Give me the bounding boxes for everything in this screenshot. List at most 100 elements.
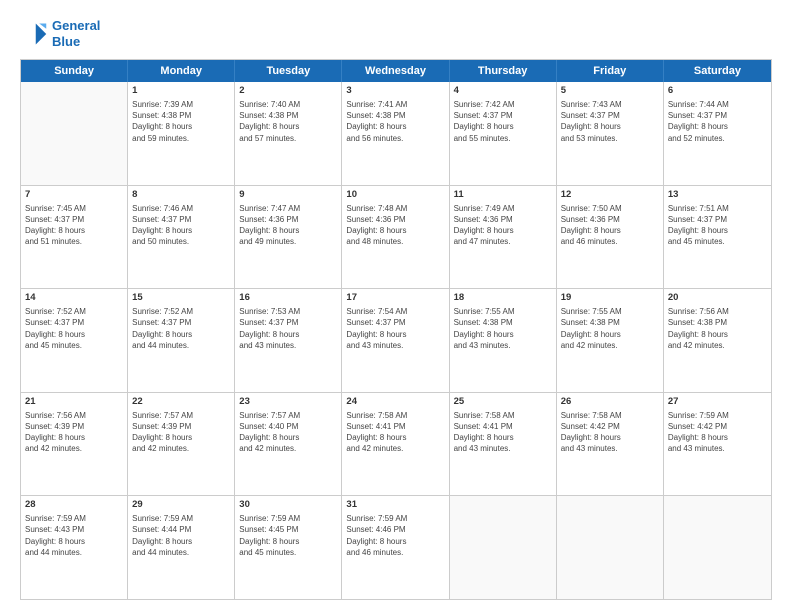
day-number: 10 xyxy=(346,189,444,202)
calendar-cell: 4Sunrise: 7:42 AMSunset: 4:37 PMDaylight… xyxy=(450,82,557,185)
logo: General Blue xyxy=(20,18,100,49)
cell-info: Sunrise: 7:59 AMSunset: 4:44 PMDaylight:… xyxy=(132,513,230,558)
calendar-cell: 17Sunrise: 7:54 AMSunset: 4:37 PMDayligh… xyxy=(342,289,449,392)
day-number: 9 xyxy=(239,189,337,202)
day-number: 1 xyxy=(132,85,230,98)
logo-blue: Blue xyxy=(52,34,80,49)
day-number: 30 xyxy=(239,499,337,512)
day-number: 21 xyxy=(25,396,123,409)
calendar-cell: 14Sunrise: 7:52 AMSunset: 4:37 PMDayligh… xyxy=(21,289,128,392)
calendar-header-cell: Wednesday xyxy=(342,60,449,82)
calendar-cell: 12Sunrise: 7:50 AMSunset: 4:36 PMDayligh… xyxy=(557,186,664,289)
calendar-cell: 23Sunrise: 7:57 AMSunset: 4:40 PMDayligh… xyxy=(235,393,342,496)
day-number: 13 xyxy=(668,189,767,202)
calendar-cell: 11Sunrise: 7:49 AMSunset: 4:36 PMDayligh… xyxy=(450,186,557,289)
calendar-cell: 1Sunrise: 7:39 AMSunset: 4:38 PMDaylight… xyxy=(128,82,235,185)
calendar-week: 7Sunrise: 7:45 AMSunset: 4:37 PMDaylight… xyxy=(21,186,771,290)
cell-info: Sunrise: 7:58 AMSunset: 4:41 PMDaylight:… xyxy=(346,410,444,455)
cell-info: Sunrise: 7:45 AMSunset: 4:37 PMDaylight:… xyxy=(25,203,123,248)
calendar-header-cell: Tuesday xyxy=(235,60,342,82)
calendar-body: 1Sunrise: 7:39 AMSunset: 4:38 PMDaylight… xyxy=(21,82,771,599)
calendar-cell: 18Sunrise: 7:55 AMSunset: 4:38 PMDayligh… xyxy=(450,289,557,392)
day-number: 26 xyxy=(561,396,659,409)
cell-info: Sunrise: 7:55 AMSunset: 4:38 PMDaylight:… xyxy=(454,306,552,351)
day-number: 19 xyxy=(561,292,659,305)
cell-info: Sunrise: 7:58 AMSunset: 4:42 PMDaylight:… xyxy=(561,410,659,455)
day-number: 22 xyxy=(132,396,230,409)
calendar-cell xyxy=(664,496,771,599)
day-number: 29 xyxy=(132,499,230,512)
calendar-week: 28Sunrise: 7:59 AMSunset: 4:43 PMDayligh… xyxy=(21,496,771,599)
cell-info: Sunrise: 7:57 AMSunset: 4:40 PMDaylight:… xyxy=(239,410,337,455)
calendar-header-cell: Sunday xyxy=(21,60,128,82)
calendar-cell: 30Sunrise: 7:59 AMSunset: 4:45 PMDayligh… xyxy=(235,496,342,599)
day-number: 17 xyxy=(346,292,444,305)
calendar-cell: 13Sunrise: 7:51 AMSunset: 4:37 PMDayligh… xyxy=(664,186,771,289)
cell-info: Sunrise: 7:52 AMSunset: 4:37 PMDaylight:… xyxy=(25,306,123,351)
calendar-header-cell: Thursday xyxy=(450,60,557,82)
calendar-week: 14Sunrise: 7:52 AMSunset: 4:37 PMDayligh… xyxy=(21,289,771,393)
cell-info: Sunrise: 7:47 AMSunset: 4:36 PMDaylight:… xyxy=(239,203,337,248)
day-number: 14 xyxy=(25,292,123,305)
day-number: 20 xyxy=(668,292,767,305)
calendar-header: SundayMondayTuesdayWednesdayThursdayFrid… xyxy=(21,60,771,82)
day-number: 28 xyxy=(25,499,123,512)
day-number: 8 xyxy=(132,189,230,202)
cell-info: Sunrise: 7:50 AMSunset: 4:36 PMDaylight:… xyxy=(561,203,659,248)
cell-info: Sunrise: 7:54 AMSunset: 4:37 PMDaylight:… xyxy=(346,306,444,351)
day-number: 27 xyxy=(668,396,767,409)
calendar-cell: 16Sunrise: 7:53 AMSunset: 4:37 PMDayligh… xyxy=(235,289,342,392)
cell-info: Sunrise: 7:44 AMSunset: 4:37 PMDaylight:… xyxy=(668,99,767,144)
cell-info: Sunrise: 7:41 AMSunset: 4:38 PMDaylight:… xyxy=(346,99,444,144)
calendar-cell: 20Sunrise: 7:56 AMSunset: 4:38 PMDayligh… xyxy=(664,289,771,392)
calendar-cell: 24Sunrise: 7:58 AMSunset: 4:41 PMDayligh… xyxy=(342,393,449,496)
cell-info: Sunrise: 7:49 AMSunset: 4:36 PMDaylight:… xyxy=(454,203,552,248)
header: General Blue xyxy=(20,18,772,49)
day-number: 25 xyxy=(454,396,552,409)
cell-info: Sunrise: 7:56 AMSunset: 4:39 PMDaylight:… xyxy=(25,410,123,455)
calendar-cell: 7Sunrise: 7:45 AMSunset: 4:37 PMDaylight… xyxy=(21,186,128,289)
calendar-header-cell: Monday xyxy=(128,60,235,82)
cell-info: Sunrise: 7:56 AMSunset: 4:38 PMDaylight:… xyxy=(668,306,767,351)
cell-info: Sunrise: 7:57 AMSunset: 4:39 PMDaylight:… xyxy=(132,410,230,455)
cell-info: Sunrise: 7:39 AMSunset: 4:38 PMDaylight:… xyxy=(132,99,230,144)
calendar-header-cell: Saturday xyxy=(664,60,771,82)
cell-info: Sunrise: 7:59 AMSunset: 4:42 PMDaylight:… xyxy=(668,410,767,455)
calendar-cell: 3Sunrise: 7:41 AMSunset: 4:38 PMDaylight… xyxy=(342,82,449,185)
day-number: 6 xyxy=(668,85,767,98)
day-number: 23 xyxy=(239,396,337,409)
calendar-cell: 19Sunrise: 7:55 AMSunset: 4:38 PMDayligh… xyxy=(557,289,664,392)
calendar-cell: 31Sunrise: 7:59 AMSunset: 4:46 PMDayligh… xyxy=(342,496,449,599)
cell-info: Sunrise: 7:46 AMSunset: 4:37 PMDaylight:… xyxy=(132,203,230,248)
calendar-cell: 26Sunrise: 7:58 AMSunset: 4:42 PMDayligh… xyxy=(557,393,664,496)
day-number: 18 xyxy=(454,292,552,305)
calendar-cell xyxy=(557,496,664,599)
calendar-cell: 15Sunrise: 7:52 AMSunset: 4:37 PMDayligh… xyxy=(128,289,235,392)
day-number: 24 xyxy=(346,396,444,409)
cell-info: Sunrise: 7:59 AMSunset: 4:43 PMDaylight:… xyxy=(25,513,123,558)
calendar-cell: 9Sunrise: 7:47 AMSunset: 4:36 PMDaylight… xyxy=(235,186,342,289)
calendar: SundayMondayTuesdayWednesdayThursdayFrid… xyxy=(20,59,772,600)
calendar-week: 21Sunrise: 7:56 AMSunset: 4:39 PMDayligh… xyxy=(21,393,771,497)
day-number: 11 xyxy=(454,189,552,202)
calendar-cell: 5Sunrise: 7:43 AMSunset: 4:37 PMDaylight… xyxy=(557,82,664,185)
calendar-cell: 27Sunrise: 7:59 AMSunset: 4:42 PMDayligh… xyxy=(664,393,771,496)
logo-general: General xyxy=(52,18,100,33)
logo-icon xyxy=(20,20,48,48)
day-number: 15 xyxy=(132,292,230,305)
cell-info: Sunrise: 7:58 AMSunset: 4:41 PMDaylight:… xyxy=(454,410,552,455)
cell-info: Sunrise: 7:51 AMSunset: 4:37 PMDaylight:… xyxy=(668,203,767,248)
calendar-cell: 25Sunrise: 7:58 AMSunset: 4:41 PMDayligh… xyxy=(450,393,557,496)
day-number: 16 xyxy=(239,292,337,305)
calendar-cell: 22Sunrise: 7:57 AMSunset: 4:39 PMDayligh… xyxy=(128,393,235,496)
cell-info: Sunrise: 7:59 AMSunset: 4:45 PMDaylight:… xyxy=(239,513,337,558)
page: General Blue SundayMondayTuesdayWednesda… xyxy=(0,0,792,612)
day-number: 4 xyxy=(454,85,552,98)
cell-info: Sunrise: 7:52 AMSunset: 4:37 PMDaylight:… xyxy=(132,306,230,351)
calendar-cell: 8Sunrise: 7:46 AMSunset: 4:37 PMDaylight… xyxy=(128,186,235,289)
calendar-cell xyxy=(21,82,128,185)
day-number: 12 xyxy=(561,189,659,202)
calendar-cell: 21Sunrise: 7:56 AMSunset: 4:39 PMDayligh… xyxy=(21,393,128,496)
cell-info: Sunrise: 7:59 AMSunset: 4:46 PMDaylight:… xyxy=(346,513,444,558)
cell-info: Sunrise: 7:48 AMSunset: 4:36 PMDaylight:… xyxy=(346,203,444,248)
